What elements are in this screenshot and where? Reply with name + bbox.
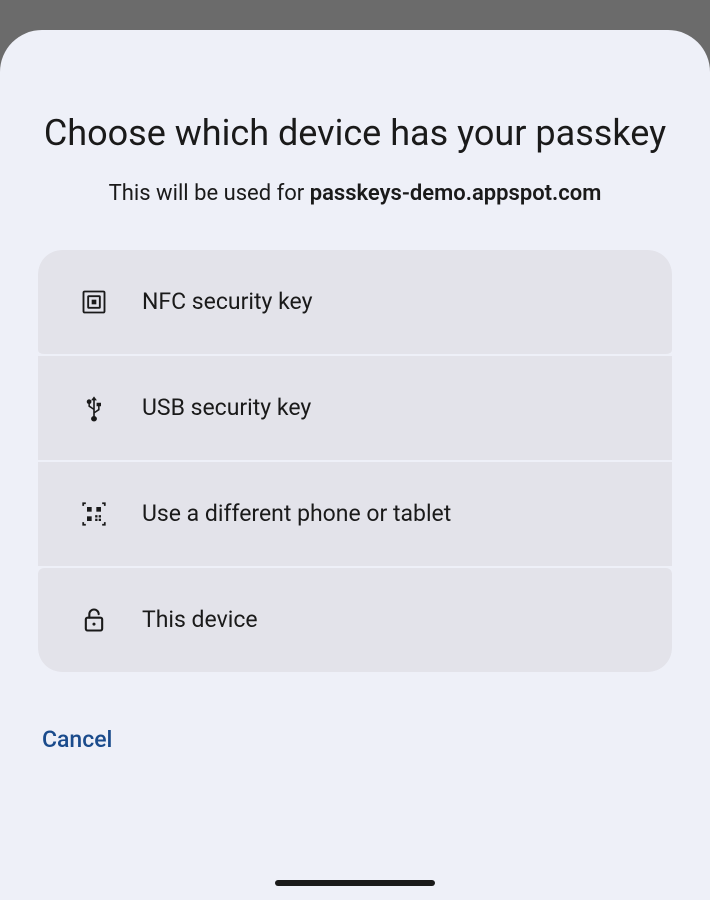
cancel-row: Cancel	[38, 672, 672, 807]
subtitle-domain: passkeys-demo.appspot.com	[310, 181, 602, 206]
passkey-device-sheet: Choose which device has your passkey Thi…	[0, 30, 710, 900]
option-label: Use a different phone or tablet	[142, 500, 451, 527]
nfc-icon	[80, 288, 108, 316]
option-label: NFC security key	[142, 288, 312, 315]
option-label: This device	[142, 606, 258, 633]
lock-open-icon	[80, 606, 108, 634]
sheet-title: Choose which device has your passkey	[38, 110, 672, 157]
device-options-list: NFC security key USB security key	[38, 250, 672, 672]
usb-icon	[80, 394, 108, 422]
qr-icon	[80, 500, 108, 528]
sheet-subtitle: This will be used for passkeys-demo.apps…	[38, 181, 672, 206]
option-different-phone-tablet[interactable]: Use a different phone or tablet	[38, 462, 672, 568]
option-nfc-security-key[interactable]: NFC security key	[38, 250, 672, 356]
option-this-device[interactable]: This device	[38, 568, 672, 672]
subtitle-prefix: This will be used for	[109, 181, 310, 206]
android-nav-handle[interactable]	[275, 880, 435, 886]
option-label: USB security key	[142, 394, 311, 421]
cancel-button[interactable]: Cancel	[42, 718, 112, 761]
option-usb-security-key[interactable]: USB security key	[38, 356, 672, 462]
